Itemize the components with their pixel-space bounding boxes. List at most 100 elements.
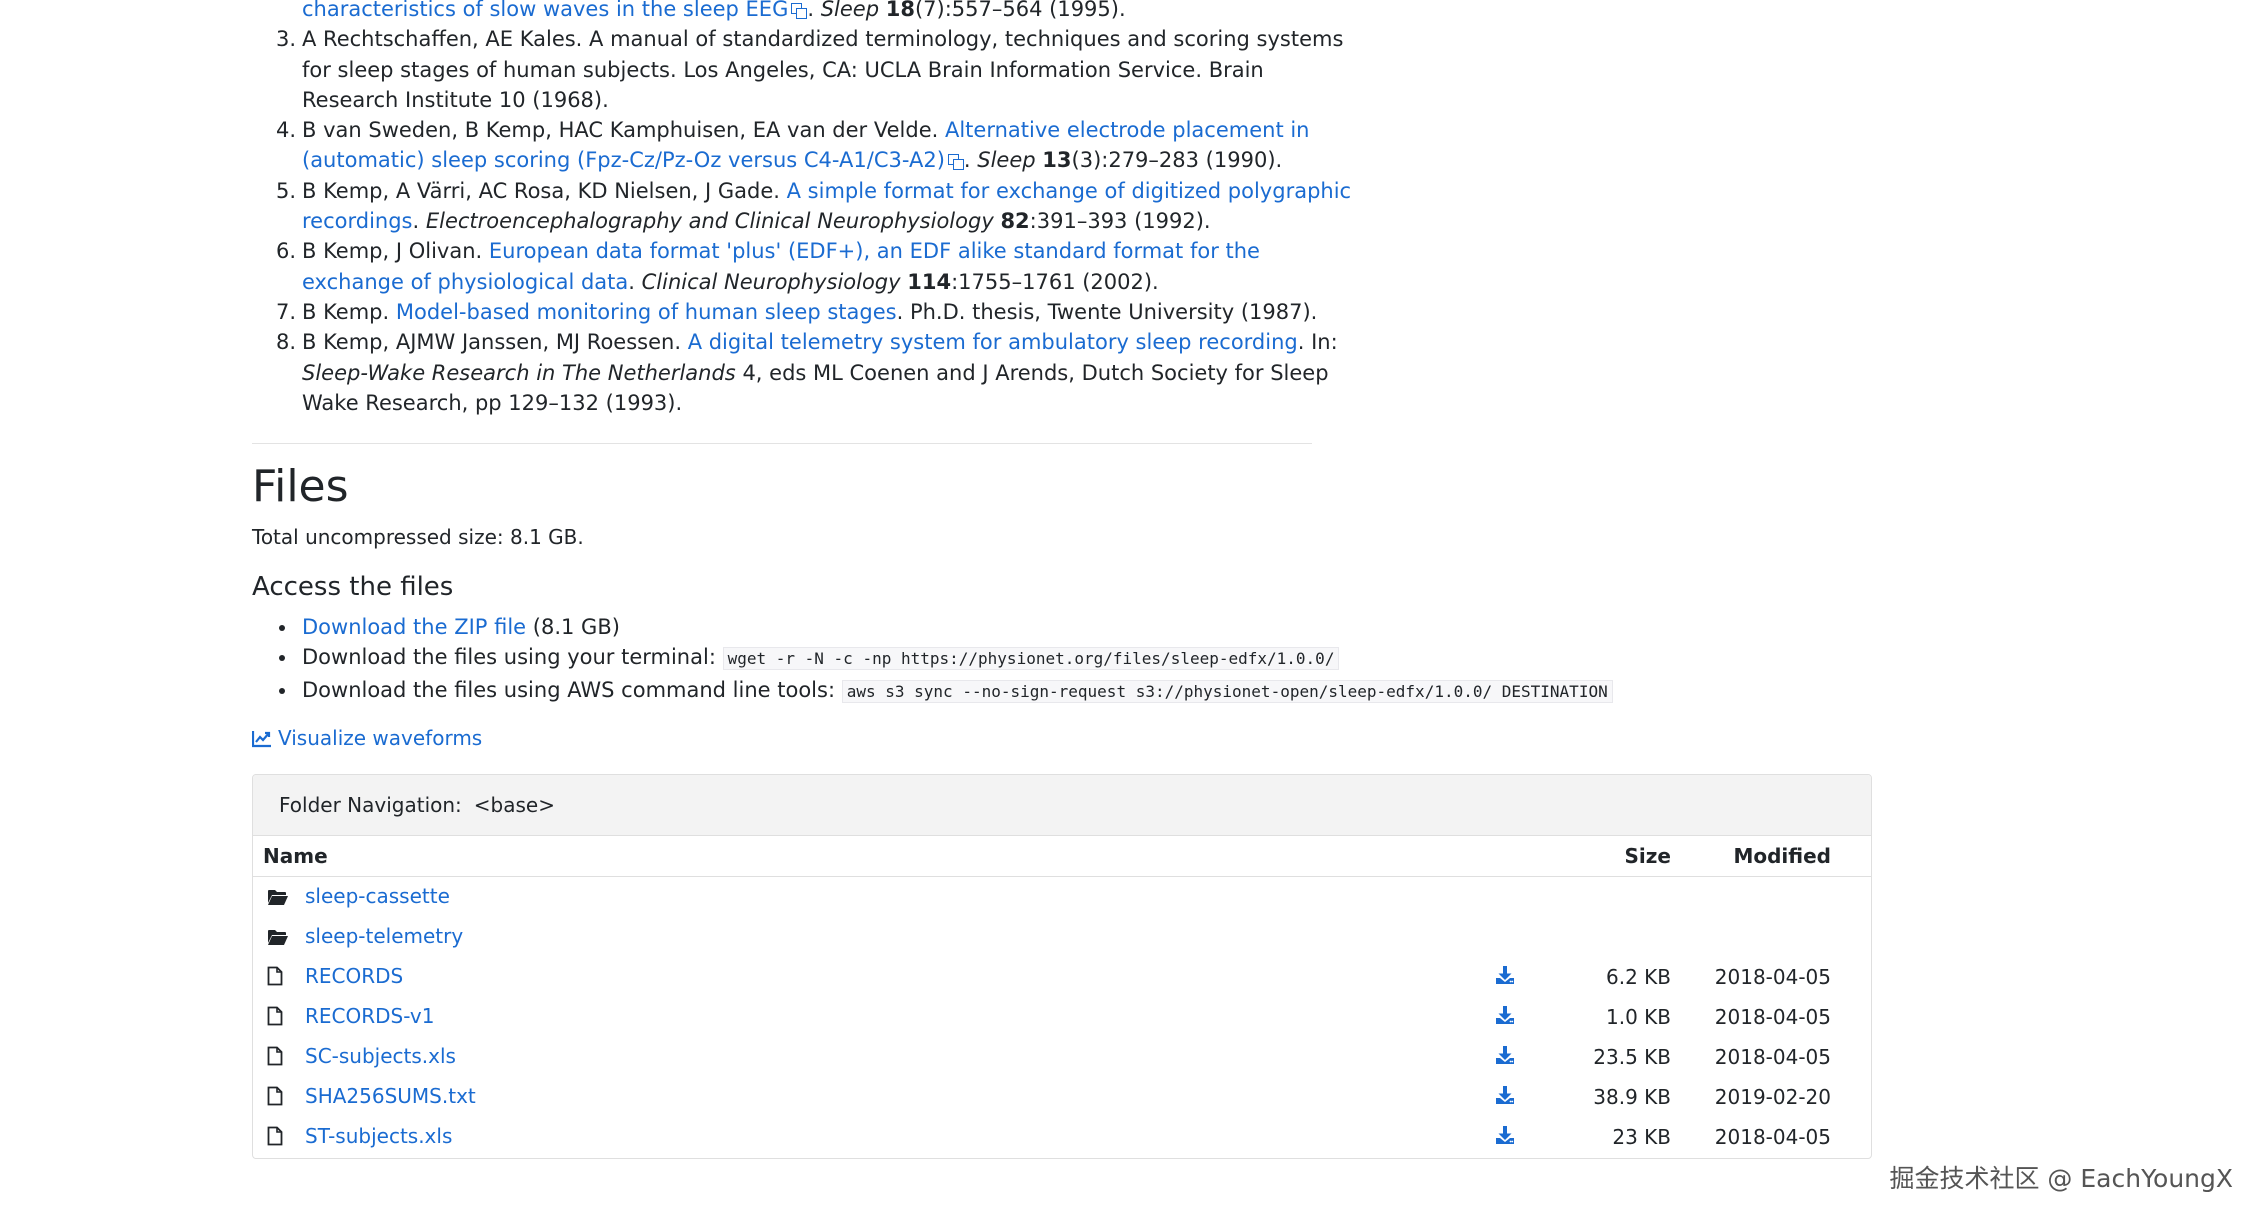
reference-number: 4. — [275, 118, 296, 143]
reference-item: 4. B van Sweden, B Kemp, HAC Kamphuisen, … — [276, 115, 1362, 176]
reference-text: . — [412, 209, 426, 234]
watermark: 掘金技术社区 @ EachYoungX — [1889, 1164, 2233, 1193]
file-link[interactable]: RECORDS-v1 — [305, 1004, 434, 1028]
file-link[interactable]: SHA256SUMS.txt — [305, 1084, 476, 1108]
table-row: RECORDS-v1 1.0 KB 2018-04-05 — [253, 997, 1871, 1037]
column-header-download — [1451, 836, 1531, 877]
aws-command[interactable]: aws s3 sync --no-sign-request s3://physi… — [841, 679, 1613, 703]
reference-text: B van Sweden, B Kemp, HAC Kamphuisen, EA… — [302, 118, 945, 143]
file-icon — [267, 1046, 291, 1071]
cell-download — [1451, 1117, 1531, 1157]
table-row: ST-subjects.xls 23 KB 2018-04-05 — [253, 1117, 1871, 1157]
folder-icon — [267, 927, 291, 951]
file-icon — [267, 1086, 291, 1111]
external-link-icon[interactable] — [791, 3, 808, 19]
download-icon[interactable] — [1495, 1125, 1515, 1150]
cell-modified: 2018-04-05 — [1714, 1125, 1831, 1149]
reference-link[interactable]: Model-based monitoring of human sleep st… — [396, 300, 897, 324]
table-row: RECORDS 6.2 KB 2018-04-05 — [253, 957, 1871, 997]
file-icon — [267, 966, 291, 991]
reference-volume: 13 — [1042, 148, 1072, 173]
table-row: sleep-cassette — [253, 877, 1871, 918]
access-item-zip: Download the ZIP file (8.1 GB) — [279, 612, 1613, 642]
visualize-label: Visualize waveforms — [278, 726, 483, 750]
cell-modified: 2018-04-05 — [1714, 965, 1831, 989]
reference-text: B Kemp, J Olivan. — [302, 239, 489, 264]
reference-number: 3. — [275, 27, 296, 52]
reference-text: . In: — [1297, 330, 1338, 355]
reference-item: 5. B Kemp, A Värri, AC Rosa, KD Nielsen, … — [276, 176, 1362, 237]
folder-navigation: Folder Navigation: <base> — [253, 775, 1871, 836]
cell-name: sleep-telemetry — [253, 917, 1451, 957]
reference-journal: Sleep — [820, 0, 880, 21]
reference-link[interactable]: characteristics of slow waves in the sle… — [302, 0, 788, 21]
reference-item: 3. A Rechtschaffen, AE Kales. A manual of… — [276, 24, 1362, 115]
reference-text: B Kemp. — [302, 299, 396, 324]
reference-item: 6. B Kemp, J Olivan. European data format… — [276, 236, 1362, 297]
reference-item: 7. B Kemp. Model-based monitoring of huma… — [276, 297, 1362, 327]
reference-item: 8. B Kemp, AJMW Janssen, MJ Roessen. A di… — [276, 327, 1362, 418]
file-link[interactable]: SC-subjects.xls — [305, 1044, 456, 1068]
visualize-waveforms-link[interactable]: Visualize waveforms — [251, 726, 483, 750]
table-header-row: Name Size Modified — [253, 836, 1871, 877]
cell-size: 38.9 KB — [1593, 1085, 1671, 1109]
cell-size: 6.2 KB — [1606, 965, 1671, 989]
reference-link[interactable]: A digital telemetry system for ambulator… — [688, 330, 1298, 354]
download-icon[interactable] — [1495, 1045, 1515, 1070]
cell-size — [1531, 917, 1671, 957]
table-row: SC-subjects.xls 23.5 KB 2018-04-05 — [253, 1037, 1871, 1077]
reference-volume: 82 — [1000, 209, 1030, 234]
external-link-icon[interactable] — [947, 154, 964, 171]
column-header-modified[interactable]: Modified — [1671, 836, 1871, 877]
zip-size-text: (8.1 GB) — [526, 615, 620, 639]
column-header-name[interactable]: Name — [253, 836, 1451, 877]
cell-name: RECORDS-v1 — [253, 997, 1451, 1037]
download-icon[interactable] — [1495, 1085, 1515, 1110]
file-link[interactable]: RECORDS — [305, 964, 403, 988]
column-header-size[interactable]: Size — [1531, 836, 1671, 877]
table-row: SHA256SUMS.txt 38.9 KB 2019-02-20 — [253, 1077, 1871, 1117]
reference-text: . Ph.D. thesis, Twente University (1987)… — [896, 299, 1318, 324]
folder-link[interactable]: sleep-telemetry — [305, 924, 463, 948]
reference-text: . — [807, 0, 821, 21]
reference-number: 8. — [275, 330, 296, 355]
download-zip-link[interactable]: Download the ZIP file — [302, 615, 526, 639]
download-icon[interactable] — [1495, 965, 1515, 990]
cell-download — [1451, 1037, 1531, 1077]
terminal-command[interactable]: wget -r -N -c -np https://physionet.org/… — [722, 647, 1340, 671]
folder-link[interactable]: sleep-cassette — [305, 884, 450, 908]
cell-size — [1531, 877, 1671, 918]
cell-modified: 2018-04-05 — [1714, 1005, 1831, 1029]
reference-text: :391–393 (1992). — [1029, 209, 1211, 234]
cell-modified — [1671, 877, 1871, 918]
line-chart-icon — [251, 731, 271, 748]
cell-size: 1.0 KB — [1606, 1005, 1671, 1029]
reference-text: B Kemp, AJMW Janssen, MJ Roessen. — [302, 330, 688, 355]
reference-text: (7):557–564 (1995). — [914, 0, 1126, 21]
cell-download — [1451, 997, 1531, 1037]
access-list: Download the ZIP file (8.1 GB) Download … — [252, 612, 1613, 707]
access-files-heading: Access the files — [252, 572, 454, 602]
reference-number: 5. — [275, 178, 296, 203]
reference-journal: Sleep-Wake Research in The Netherlands — [302, 360, 736, 385]
reference-text: (3):279–283 (1990). — [1071, 148, 1283, 173]
reference-text: . — [963, 148, 978, 173]
file-link[interactable]: ST-subjects.xls — [305, 1124, 452, 1148]
download-icon[interactable] — [1495, 1005, 1515, 1030]
cell-modified: 2019-02-20 — [1714, 1085, 1831, 1109]
access-item-terminal: Download the files using your terminal: … — [279, 642, 1613, 674]
reference-journal: Sleep — [977, 148, 1036, 173]
reference-number: 7. — [275, 299, 296, 324]
cell-download — [1451, 957, 1531, 997]
folder-navigation-path[interactable]: <base> — [474, 793, 555, 817]
reference-text: B Kemp, A Värri, AC Rosa, KD Nielsen, J … — [302, 178, 787, 203]
references-list: characteristics of slow waves in the sle… — [252, 0, 1362, 418]
cell-modified: 2018-04-05 — [1714, 1045, 1831, 1069]
table-row: sleep-telemetry — [253, 917, 1871, 957]
reference-number: 6. — [275, 239, 296, 264]
cell-download — [1451, 917, 1531, 957]
cell-name: SC-subjects.xls — [253, 1037, 1451, 1077]
cell-name: SHA256SUMS.txt — [253, 1077, 1451, 1117]
aws-label: Download the files using AWS command lin… — [302, 677, 842, 702]
folder-icon — [267, 887, 291, 911]
